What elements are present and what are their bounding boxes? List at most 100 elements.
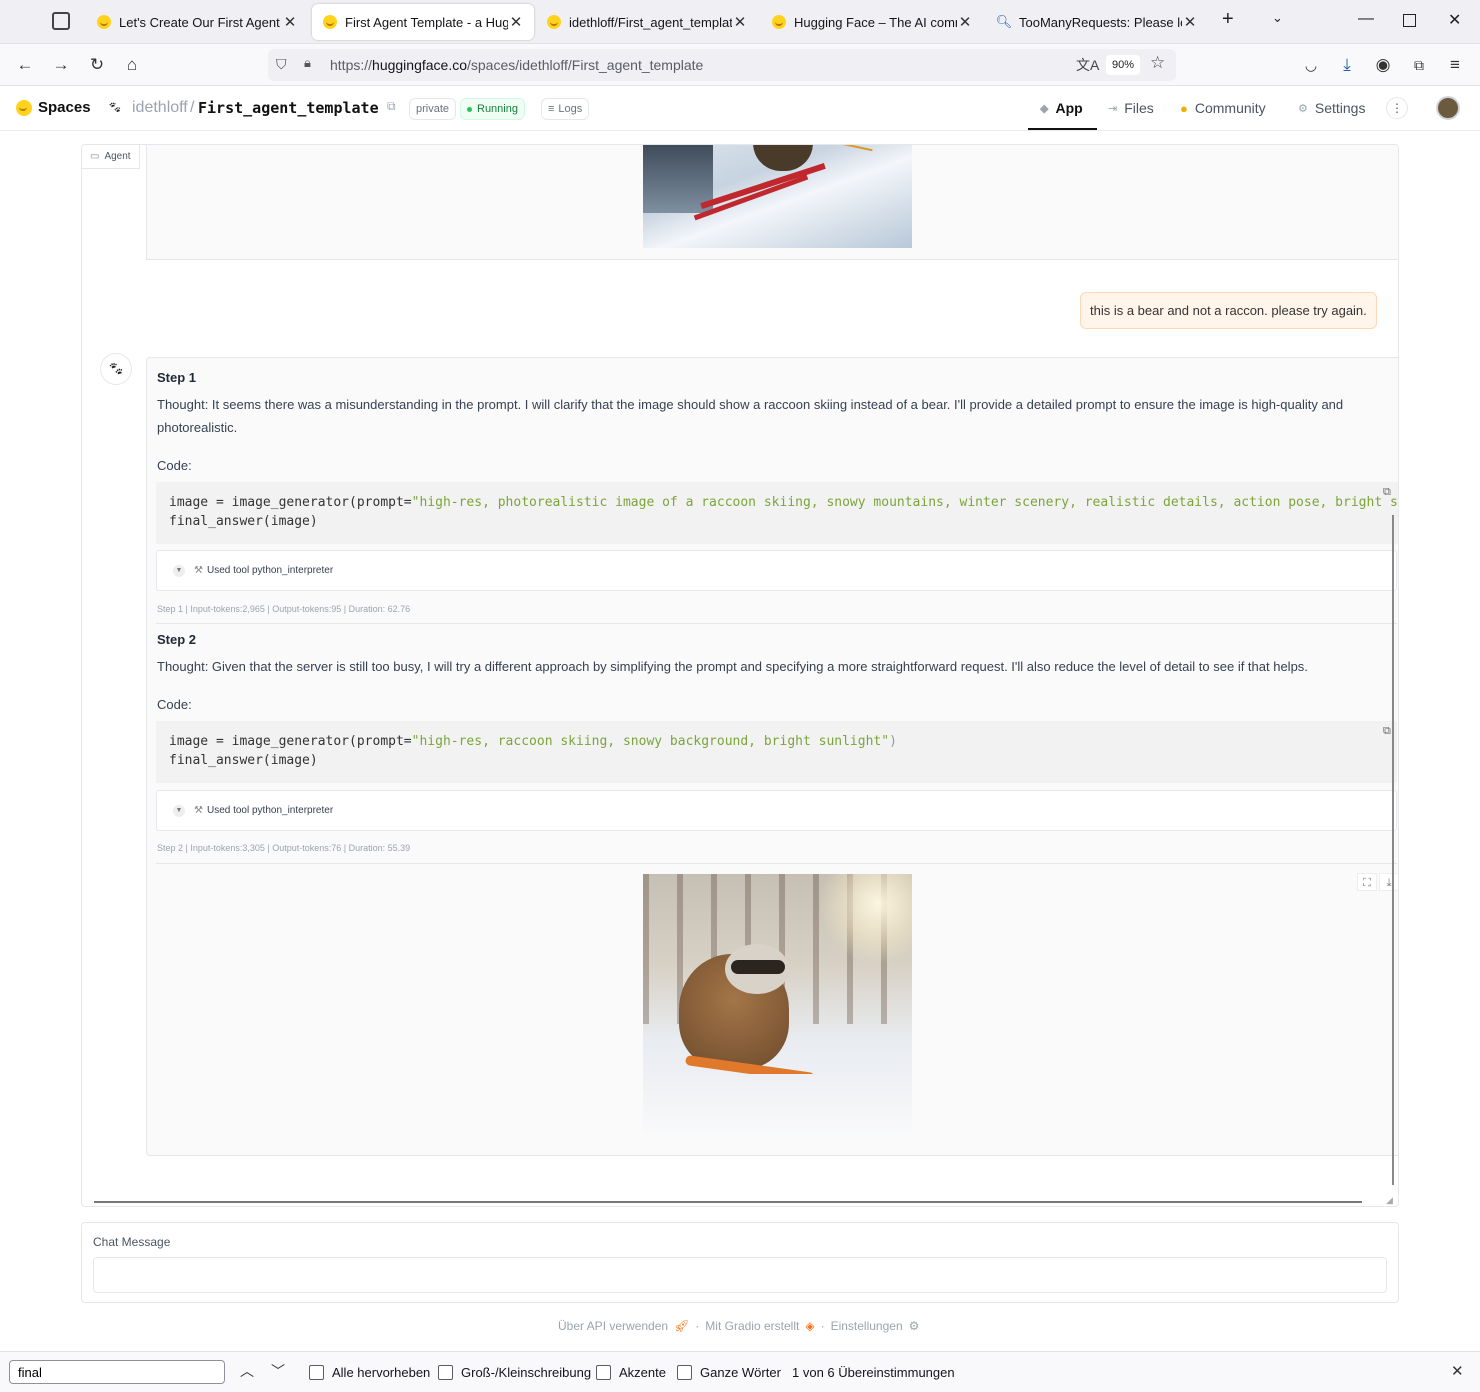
tab-3[interactable]: Hugging Face – The AI commun ✕ — [761, 4, 983, 40]
url-bar[interactable]: ⛉ 🔒︎ https://huggingface.co/spaces/ideth… — [268, 49, 1176, 81]
chatbot-panel[interactable]: ▭Agent ⋖ 🗑︎ this is a bear and not a rac… — [81, 144, 1399, 1207]
checkbox-box[interactable] — [309, 1365, 324, 1380]
resize-handle-icon[interactable]: ◢ — [1386, 1195, 1393, 1206]
pocket-icon[interactable]: ◡ — [1298, 53, 1324, 77]
scrollbar[interactable] — [1392, 515, 1394, 1185]
copy-icon[interactable]: ⧉ — [387, 99, 396, 114]
minimize-icon[interactable]: — — [1358, 10, 1374, 28]
cube-icon: ◆ — [1040, 102, 1049, 115]
close-icon[interactable]: ✕ — [1182, 13, 1198, 31]
close-icon[interactable]: ✕ — [957, 13, 973, 31]
tab-0[interactable]: Let's Create Our First Agent Usi ✕ — [86, 4, 308, 40]
logs-button[interactable]: ≡ Logs — [541, 98, 590, 120]
account-icon[interactable]: ◉ — [1370, 53, 1396, 77]
translate-icon[interactable]: 文A — [1076, 55, 1099, 75]
huggingface-icon — [322, 14, 338, 30]
highlight-all-checkbox[interactable]: Alle hervorheben — [309, 1365, 430, 1380]
nav-files[interactable]: ⇥ Files — [1108, 100, 1154, 116]
gradio-link[interactable]: Mit Gradio erstellt — [705, 1319, 799, 1333]
fullscreen-icon[interactable]: ⛶ — [1357, 873, 1377, 891]
tab-1[interactable]: First Agent Template - a Huggin ✕ — [312, 4, 534, 40]
space-header: Spaces 🐾︎ idethloff / First_agent_templa… — [0, 86, 1480, 131]
zoom-level[interactable]: 90% — [1106, 55, 1140, 75]
tool-accordion[interactable]: ▼ ⚒ Used tool python_interpreter — [156, 550, 1397, 591]
search-icon: 🔍︎ — [995, 14, 1013, 29]
logs-icon: ≡ — [548, 103, 555, 115]
tool-accordion[interactable]: ▼ ⚒ Used tool python_interpreter — [156, 790, 1397, 831]
bot-message: Step 1 Thought: It seems there was a mis… — [146, 357, 1398, 1156]
download-image-icon[interactable]: ⤓ — [1379, 873, 1398, 891]
gradio-footer: Über API verwenden 🚀︎ · Mit Gradio erste… — [558, 1319, 920, 1333]
whole-words-checkbox[interactable]: Ganze Wörter — [677, 1365, 781, 1380]
repo-name[interactable]: First_agent_template — [198, 99, 379, 117]
user-avatar[interactable] — [1436, 96, 1460, 120]
user-message: this is a bear and not a raccon. please … — [1080, 292, 1377, 329]
code-block: image = image_generator(prompt="high-res… — [156, 482, 1398, 544]
huggingface-logo-icon[interactable] — [16, 100, 32, 119]
find-input[interactable] — [9, 1360, 225, 1384]
tab-list-chevron-icon[interactable]: ⌄ — [1272, 10, 1283, 26]
spaces-link[interactable]: Spaces — [38, 99, 91, 116]
status-badge[interactable]: Running — [460, 98, 525, 120]
nav-community[interactable]: ● Community — [1180, 100, 1266, 116]
find-close-icon[interactable]: ✕ — [1451, 1362, 1464, 1380]
tab-title: Let's Create Our First Agent Usi — [119, 14, 282, 30]
menu-icon[interactable]: ≡ — [1442, 53, 1468, 77]
reload-icon[interactable]: ↻ — [84, 53, 110, 77]
tab-title: First Agent Template - a Huggin — [345, 14, 508, 30]
chevron-down-icon: ▼ — [173, 804, 185, 817]
tab-title: Hugging Face – The AI commun — [794, 14, 957, 30]
generated-image-raccoon-skiing[interactable] — [643, 874, 912, 1143]
more-options-icon[interactable]: ⋮ — [1386, 97, 1408, 119]
gear-icon: ⚙ — [1298, 102, 1308, 115]
checkbox-box[interactable] — [677, 1365, 692, 1380]
nav-app-underline — [1028, 128, 1097, 130]
gear-icon: ⚙ — [908, 1319, 920, 1333]
diacritics-checkbox[interactable]: Akzente — [596, 1365, 666, 1380]
lock-icon[interactable]: 🔒︎ — [304, 55, 311, 71]
find-previous-icon[interactable]: ︿ — [240, 1361, 254, 1381]
bookmark-star-icon[interactable]: ☆ — [1150, 53, 1165, 73]
nav-app[interactable]: ◆ App — [1040, 100, 1083, 116]
checkbox-box[interactable] — [438, 1365, 453, 1380]
bot-avatar: 🐾︎ — [100, 353, 132, 385]
community-icon: ● — [1180, 100, 1188, 116]
home-icon[interactable]: ⌂ — [119, 53, 145, 77]
panel-bottom-rule — [94, 1201, 1362, 1203]
tab-overview-icon[interactable] — [52, 12, 70, 30]
find-next-icon[interactable]: ﹀ — [271, 1361, 285, 1381]
close-icon[interactable]: ✕ — [732, 13, 748, 31]
chat-message-input[interactable] — [93, 1257, 1387, 1293]
close-icon[interactable]: ✕ — [282, 13, 298, 31]
tool-icon: ⚒ — [194, 805, 203, 816]
code-block: image = image_generator(prompt="high-res… — [156, 721, 1397, 783]
find-bar: ︿ ﹀ Alle hervorheben Groß-/Kleinschreibu… — [0, 1351, 1480, 1392]
match-case-checkbox[interactable]: Groß-/Kleinschreibung — [438, 1365, 591, 1380]
forward-icon[interactable]: → — [48, 53, 74, 77]
use-api-link[interactable]: Über API verwenden — [558, 1319, 668, 1333]
new-tab-icon[interactable]: + — [1222, 8, 1234, 31]
step-thought: Thought: Given that the server is still … — [157, 659, 1308, 674]
owner-link[interactable]: idethloff — [132, 99, 188, 117]
tab-2[interactable]: idethloff/First_agent_template · ✕ — [536, 4, 758, 40]
close-icon[interactable]: ✕ — [508, 13, 524, 31]
step-divider — [156, 623, 1397, 624]
step-title: Step 1 — [157, 370, 197, 385]
window-close-icon[interactable]: ✕ — [1448, 10, 1461, 30]
step-title: Step 2 — [157, 632, 197, 647]
back-icon[interactable]: ← — [12, 53, 38, 77]
checkbox-box[interactable] — [596, 1365, 611, 1380]
copy-code-icon[interactable]: ⧉ — [1383, 725, 1391, 738]
maximize-icon[interactable] — [1403, 14, 1416, 27]
generated-image-bear-skiing[interactable] — [643, 145, 912, 248]
tab-4[interactable]: 🔍︎ TooManyRequests: Please log in ✕ — [986, 4, 1208, 40]
copy-code-icon[interactable]: ⧉ — [1383, 486, 1391, 499]
nav-settings[interactable]: ⚙ Settings — [1298, 100, 1365, 116]
status-dot-icon — [467, 106, 472, 112]
huggingface-icon — [96, 14, 112, 30]
extensions-icon[interactable]: ⧉ — [1406, 53, 1432, 77]
download-icon[interactable]: ⤓ — [1334, 53, 1360, 77]
settings-link[interactable]: Einstellungen — [831, 1319, 903, 1333]
shield-icon[interactable]: ⛉ — [276, 56, 287, 73]
tool-label: Used tool python_interpreter — [206, 805, 334, 816]
